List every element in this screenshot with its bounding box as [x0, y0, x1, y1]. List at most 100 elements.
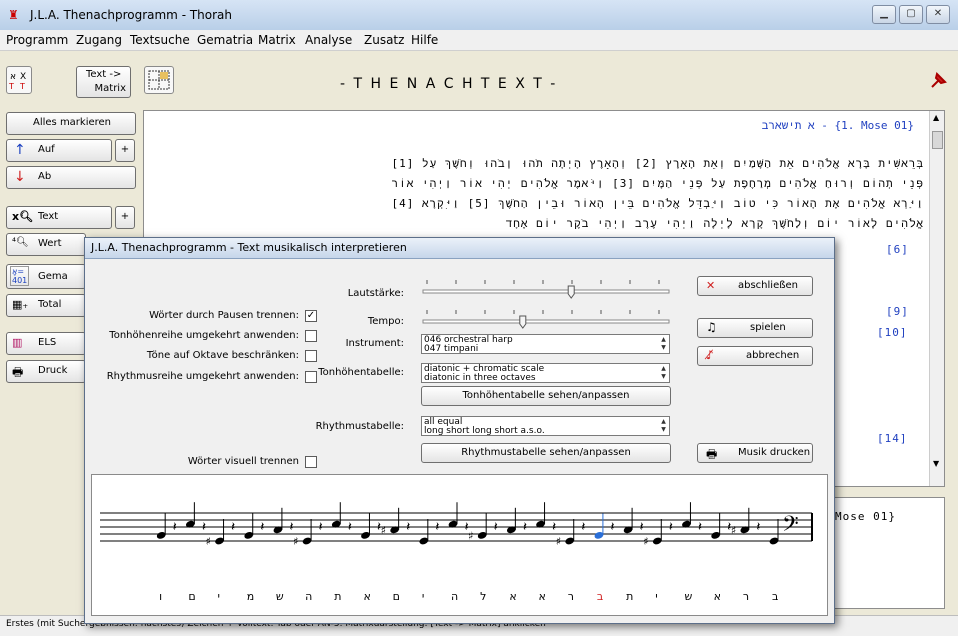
slider-track — [422, 289, 670, 294]
reference-line: א תישארב - {1. Mose 01} — [761, 119, 914, 132]
select-all-label: Alles markieren — [33, 117, 112, 128]
verse-marker-14: [14] — [877, 432, 908, 445]
play-button[interactable]: ♫ spielen — [697, 318, 813, 338]
els-icon: ▥ — [12, 336, 23, 349]
scroll-thumb[interactable] — [932, 131, 943, 149]
total-label: Total — [38, 299, 62, 310]
tempo-thumb[interactable] — [519, 315, 527, 329]
volume-thumb[interactable] — [567, 285, 575, 299]
tempo-slider[interactable] — [421, 308, 671, 330]
checkbox-oktave[interactable] — [305, 350, 317, 362]
instrument-next[interactable]: 047 timpani — [424, 344, 669, 353]
value-search-icon: ⁴🔍︎ — [12, 237, 29, 248]
print-button[interactable]: 🖶︎ Druck — [6, 360, 86, 383]
option-label-rhythmus: Rhythmusreihe umgekehrt anwenden: — [106, 371, 299, 382]
lower-text-panel[interactable]: Mose 01} — [830, 497, 945, 609]
checkbox-tonhoehe[interactable] — [305, 330, 317, 342]
text-line-3: [4] וַיַּרְא אֱלֹהִים אֶת הָאוֹר כִּי טו… — [391, 197, 924, 210]
rhythm-table-next[interactable]: long short long short a.s.o. — [424, 426, 669, 435]
instrument-label: Instrument: — [345, 338, 404, 349]
maximize-button[interactable]: ▢ — [899, 5, 923, 24]
checkbox-rhythmus[interactable] — [305, 371, 317, 383]
rhythm-table-listbox[interactable]: all equal long short long short a.s.o. ▲… — [421, 416, 670, 436]
close-button[interactable]: ✕ — [926, 5, 950, 24]
staff-letter: א — [539, 590, 546, 603]
svg-text:א: א — [10, 72, 16, 82]
window-title: J.L.A. Thenachprogramm - Thorah — [30, 8, 233, 22]
value-label: Wert — [38, 238, 62, 249]
rest-sign: 𝄽 — [494, 520, 498, 535]
staff-letter: ב — [772, 590, 778, 603]
staff-letter: י — [422, 590, 424, 603]
staff-letter: ש — [276, 590, 284, 603]
scroll-up-icon[interactable]: ▲ — [933, 113, 939, 122]
sharp-sign: ♯ — [381, 524, 386, 537]
volume-label: Lautstärke: — [347, 288, 404, 299]
rest-sign: 𝄽 — [290, 520, 294, 535]
checkbox-visual[interactable] — [305, 456, 317, 468]
close-dialog-button[interactable]: ✕ abschließen — [697, 276, 813, 296]
pitch-table-listbox[interactable]: diatonic + chromatic scale diatonic in t… — [421, 363, 670, 383]
menu-zusatz[interactable]: Zusatz — [364, 33, 404, 47]
grid-view-button[interactable] — [144, 66, 174, 94]
gematria-icon: אָ= 401 — [10, 266, 30, 286]
svg-text:X: X — [20, 72, 26, 82]
svg-text:T: T — [19, 82, 25, 91]
volume-slider[interactable] — [421, 278, 671, 300]
vertical-scrollbar[interactable]: ▲ ▼ — [929, 111, 944, 486]
staff-letter: ם — [188, 590, 195, 603]
pitch-table-spinner[interactable]: ▲ ▼ — [659, 365, 668, 381]
instrument-spinner[interactable]: ▲ ▼ — [659, 336, 668, 352]
staff-letter: ה — [305, 590, 312, 603]
rest-sign: 𝄽 — [640, 520, 644, 535]
menu-matrix[interactable]: Matrix — [258, 33, 296, 47]
up-button[interactable]: ↑ Auf — [6, 139, 112, 162]
gematria-label: Gema — [38, 271, 68, 282]
menu-gematria[interactable]: Gematria — [197, 33, 253, 47]
rhythm-table-button[interactable]: Rhythmustabelle sehen/anpassen — [421, 443, 671, 463]
menu-analyse[interactable]: Analyse — [305, 33, 352, 47]
option-label-pause: Wörter durch Pausen trennen: — [149, 310, 299, 321]
staff-letter: ר — [568, 590, 574, 603]
pitch-table-next[interactable]: diatonic in three octaves — [424, 373, 669, 382]
gematria-button[interactable]: אָ= 401 Gema — [6, 264, 86, 289]
staff-letter: ה — [451, 590, 458, 603]
value-search-button[interactable]: ⁴🔍︎ Wert — [6, 233, 86, 256]
rest-sign: 𝄽 — [611, 520, 615, 535]
print-music-label: Musik drucken — [738, 447, 811, 458]
rest-sign: 𝄽 — [377, 520, 381, 535]
print-music-button[interactable]: 🖶︎ Musik drucken — [697, 443, 813, 463]
down-button[interactable]: ↓ Ab — [6, 166, 136, 189]
verse-marker-9: [9] — [886, 305, 909, 318]
text-search-button[interactable]: x🔍︎ Text — [6, 206, 112, 229]
text-to-matrix-button[interactable]: Text -> Matrix — [76, 66, 131, 98]
sharp-sign: ♯ — [468, 529, 473, 542]
pin-icon[interactable] — [929, 70, 949, 90]
app-icon: ♜ — [8, 8, 19, 22]
total-button[interactable]: ▦₊ Total — [6, 294, 86, 317]
minimize-button[interactable]: ▁ — [872, 5, 896, 24]
rest-sign: 𝄽 — [727, 520, 731, 535]
lower-reference: Mose 01} — [835, 510, 896, 523]
pitch-table-button[interactable]: Tonhöhentabelle sehen/anpassen — [421, 386, 671, 406]
title-bar: ♜ J.L.A. Thenachprogramm - Thorah ▁ ▢ ✕ — [0, 0, 958, 31]
text-line-2: פְּנֵי תְהוֹם וְרוּחַ אֱלֹהִים מְרַחֶפֶת… — [391, 177, 924, 190]
menu-programm[interactable]: Programm — [6, 33, 68, 47]
rhythm-table-spinner[interactable]: ▲ ▼ — [659, 418, 668, 434]
menu-zugang[interactable]: Zugang — [76, 33, 122, 47]
menu-textsuche[interactable]: Textsuche — [130, 33, 190, 47]
checkbox-pause[interactable]: ✓ — [305, 310, 317, 322]
els-button[interactable]: ▥ ELS — [6, 332, 86, 355]
scroll-down-icon[interactable]: ▼ — [933, 459, 939, 468]
cancel-label: abbrechen — [746, 350, 800, 361]
menu-hilfe[interactable]: Hilfe — [411, 33, 438, 47]
staff-letter: ת — [626, 590, 633, 603]
staff-letter: ו — [159, 590, 162, 603]
cancel-button[interactable]: ♪̸ abbrechen — [697, 346, 813, 366]
select-all-button[interactable]: Alles markieren — [6, 112, 136, 135]
alphabet-toggle-button[interactable]: אXTT — [6, 66, 32, 94]
instrument-listbox[interactable]: 046 orchestral harp 047 timpani ▲ ▼ — [421, 334, 670, 354]
option-label-visual: Wörter visuell trennen — [187, 456, 299, 467]
up-plus-button[interactable]: + — [115, 139, 135, 162]
text-plus-button[interactable]: + — [115, 206, 135, 229]
